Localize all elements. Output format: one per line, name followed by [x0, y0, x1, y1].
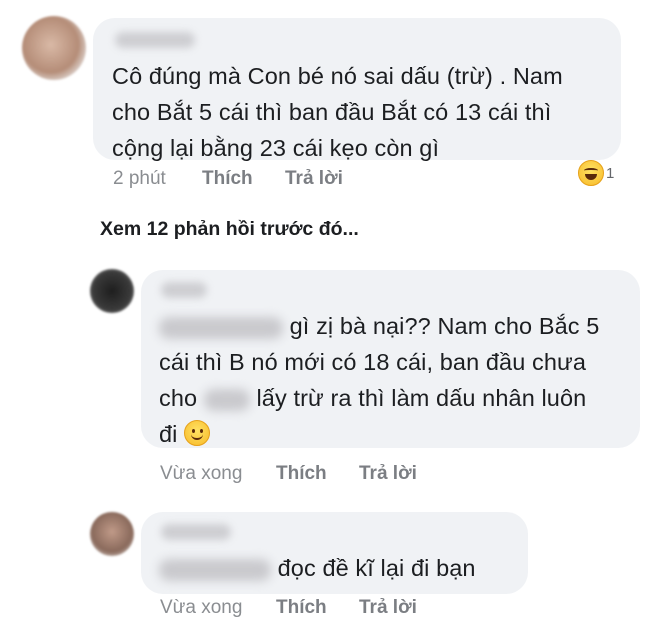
reply-line: cái thì B nó mới có 18 cái, ban đầu chưa	[159, 349, 587, 375]
reply-bubble: đọc đề kĩ lại đi bạn	[141, 512, 528, 594]
reply-line-text: đi	[159, 421, 178, 447]
timestamp[interactable]: 2 phút	[113, 168, 166, 190]
reply-button[interactable]: Trả lời	[285, 168, 343, 190]
comment-line: cho Bắt 5 cái thì ban đầu Bắt có 13 cái …	[112, 99, 552, 125]
timestamp[interactable]: Vừa xong	[160, 463, 242, 485]
reply-line: đọc đề kĩ lại đi bạn	[159, 550, 476, 586]
reply-line: gì zị bà nại?? Nam cho Bắc 5	[159, 308, 599, 344]
reply-button[interactable]: Trả lời	[359, 597, 417, 619]
reply-text: đọc đề kĩ lại đi bạn	[159, 550, 476, 586]
reply-bubble: gì zị bà nại?? Nam cho Bắc 5 cái thì B n…	[141, 270, 640, 448]
comment-bubble: Cô đúng mà Con bé nó sai dấu (trừ) . Nam…	[93, 18, 621, 161]
view-previous-replies-link[interactable]: Xem 12 phản hồi trước đó...	[100, 218, 359, 241]
commenter-name[interactable]	[161, 282, 207, 298]
reply-line-text: lấy trừ ra thì làm dấu nhân luôn	[256, 385, 587, 411]
reaction-count: 1	[606, 164, 615, 182]
tagged-name[interactable]	[159, 558, 271, 581]
reply-line-text: cho	[159, 385, 198, 411]
reaction-summary[interactable]: 1	[578, 160, 614, 186]
reply-line-text: gì zị bà nại?? Nam cho Bắc 5	[289, 313, 600, 339]
reply-line: cho lấy trừ ra thì làm dấu nhân luôn	[159, 380, 599, 416]
avatar[interactable]	[90, 512, 134, 556]
comment-text: Cô đúng mà Con bé nó sai dấu (trừ) . Nam…	[112, 58, 563, 166]
avatar[interactable]	[22, 16, 86, 80]
commenter-name[interactable]	[161, 524, 231, 540]
tagged-name[interactable]	[203, 388, 250, 411]
like-button[interactable]: Thích	[276, 597, 327, 619]
commenter-name[interactable]	[115, 32, 195, 48]
avatar[interactable]	[90, 269, 134, 313]
reply-line: đi	[159, 416, 599, 452]
like-button[interactable]: Thích	[276, 463, 327, 485]
smile-emoji-icon	[183, 420, 210, 446]
reply-text: gì zị bà nại?? Nam cho Bắc 5 cái thì B n…	[159, 308, 599, 452]
tagged-name[interactable]	[159, 316, 283, 339]
laugh-reaction-icon	[578, 160, 604, 186]
timestamp[interactable]: Vừa xong	[160, 597, 242, 619]
comment-line: Cô đúng mà Con bé nó sai dấu (trừ) . Nam	[112, 63, 563, 89]
reply-line-text: đọc đề kĩ lại đi bạn	[277, 555, 476, 581]
reply-button[interactable]: Trả lời	[359, 463, 417, 485]
comment-line: cộng lại bằng 23 cái kẹo còn gì	[112, 135, 440, 161]
like-button[interactable]: Thích	[202, 168, 253, 190]
